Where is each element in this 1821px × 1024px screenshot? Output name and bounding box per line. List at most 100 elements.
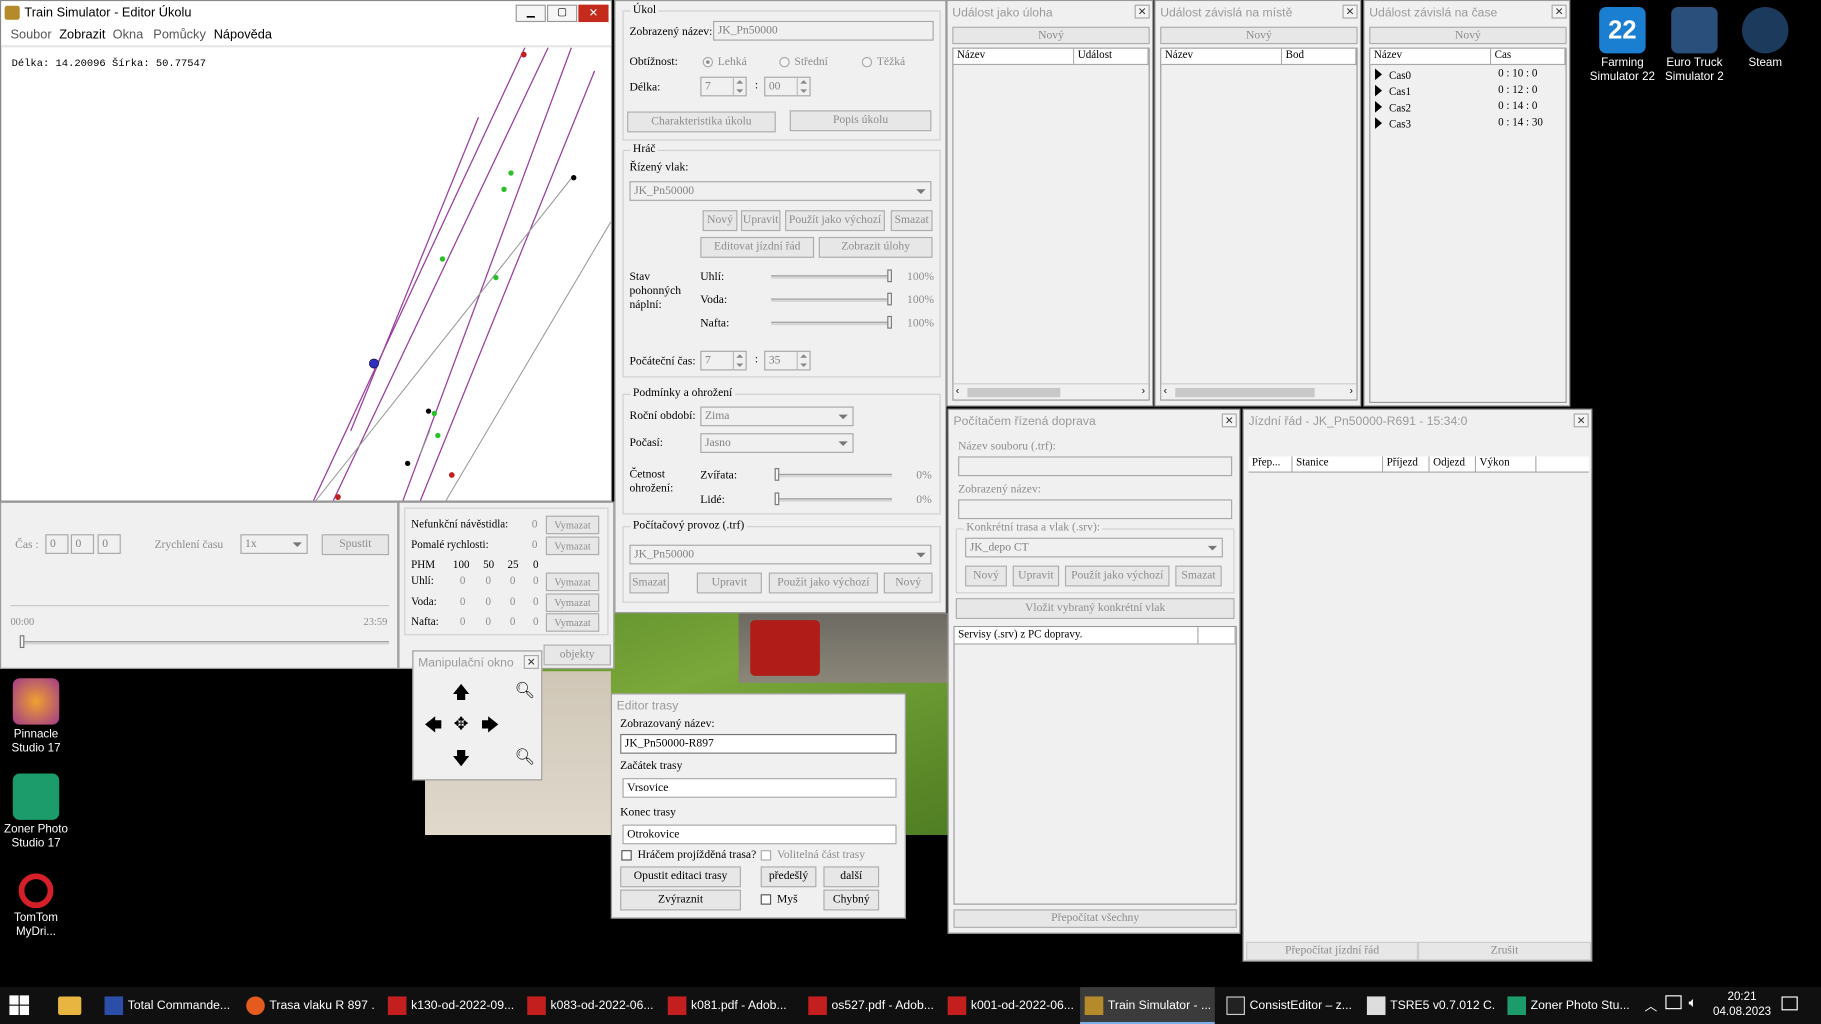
- hrac-novy-button[interactable]: Nový: [702, 210, 738, 232]
- udalost-cas-titlebar[interactable]: Událost závislá na čase: [1364, 1, 1569, 25]
- provoz-vychozi-button[interactable]: Použít jako výchozí: [768, 572, 878, 594]
- nafta-slider[interactable]: [771, 321, 892, 326]
- uloha-list[interactable]: Název Událost ‹ ›: [952, 47, 1150, 401]
- minimize-button[interactable]: ▁: [515, 4, 546, 23]
- time-slider-track[interactable]: [19, 641, 390, 645]
- lide-slider[interactable]: [774, 498, 892, 502]
- zoom-out-icon[interactable]: 🔍︎: [512, 747, 538, 773]
- voda-slider[interactable]: [771, 298, 892, 302]
- uhli-slider-thumb[interactable]: [887, 269, 892, 283]
- time-hours-input[interactable]: 0: [45, 534, 69, 554]
- list-item[interactable]: Cas2 0 : 14 : 0: [1375, 101, 1561, 115]
- pocatecni-minutes-stepper[interactable]: 35: [764, 350, 811, 371]
- zacatek-trasy-field[interactable]: Vrsovice: [622, 778, 897, 798]
- list-item[interactable]: Cas0 0 : 10 : 0: [1375, 68, 1561, 82]
- vymazat-voda-button[interactable]: Vymazat: [545, 593, 600, 613]
- desktop-icon-steam[interactable]: Steam: [1736, 6, 1794, 71]
- delka-minutes-stepper[interactable]: 00: [764, 76, 811, 97]
- prepocitat-vsechny-button[interactable]: Přepočítat všechny: [953, 909, 1237, 928]
- desktop-icon-farming[interactable]: 22 Farming Simulator 22: [1589, 6, 1656, 85]
- cas-list[interactable]: Název Cas Cas0 0 : 10 : 0 Cas1 0 : 12 : 0 …: [1369, 47, 1567, 403]
- notification-icon[interactable]: [1781, 996, 1798, 1011]
- pocitacovy-provoz-select[interactable]: JK_Pn50000: [629, 544, 932, 565]
- network-icon[interactable]: [1665, 995, 1682, 1010]
- pcd-vychozi-button[interactable]: Použít jako výchozí: [1064, 565, 1170, 587]
- charakteristika-button[interactable]: Charakteristika úkolu: [627, 111, 776, 133]
- arrow-down-icon[interactable]: 🡇: [448, 747, 474, 773]
- clock[interactable]: 20:21 04.08.2023: [1713, 989, 1771, 1019]
- zrusit-button[interactable]: Zrušit: [1418, 941, 1592, 961]
- start-button[interactable]: [9, 995, 32, 1016]
- editor-trasy-titlebar[interactable]: Editor trasy: [612, 694, 905, 718]
- volume-icon[interactable]: 🔈︎: [1689, 994, 1697, 1011]
- pcd-smazat-button[interactable]: Smazat: [1175, 565, 1222, 587]
- udalost-uloha-titlebar[interactable]: Událost jako úloha: [947, 1, 1153, 25]
- konec-trasy-field[interactable]: Otrokovice: [622, 824, 897, 845]
- pcd-zobrazeny-nazev-field[interactable]: [958, 499, 1233, 520]
- manipulation-close-button[interactable]: ✕: [523, 655, 539, 669]
- nafta-slider-thumb[interactable]: [887, 315, 892, 329]
- opustit-editaci-button[interactable]: Opustit editaci trasy: [620, 866, 741, 888]
- arrow-up-icon[interactable]: 🡅: [448, 681, 474, 707]
- taskbar-item-pdf1[interactable]: k130-od-2022-09...: [383, 987, 515, 1024]
- list-item[interactable]: Cas3 0 : 14 : 30: [1375, 117, 1561, 131]
- vymazat-speeds-button[interactable]: Vymazat: [545, 536, 600, 556]
- vymazat-nafta-button[interactable]: Vymazat: [545, 613, 600, 632]
- time-seconds-input[interactable]: 0: [97, 534, 121, 554]
- taskbar-item-pdf2[interactable]: k083-od-2022-06...: [523, 987, 655, 1024]
- jizdni-rad-titlebar[interactable]: Jízdní řád - JK_Pn50000-R691 - 15:34:0: [1243, 409, 1592, 434]
- pcd-upravit-button[interactable]: Upravit: [1012, 565, 1060, 587]
- dalsi-button[interactable]: další: [823, 866, 880, 888]
- taskbar-item-totalcmd[interactable]: Total Commande...: [100, 987, 232, 1024]
- objekty-button[interactable]: objekty: [543, 644, 611, 666]
- map-canvas[interactable]: Délka: 14.20096 Šírka: 50.77547: [2, 47, 611, 501]
- pc-doprava-close-button[interactable]: ✕: [1221, 413, 1237, 428]
- list-item[interactable]: Cas1 0 : 12 : 0: [1375, 84, 1561, 99]
- hrac-smazat-button[interactable]: Smazat: [890, 210, 933, 232]
- rizeny-vlak-select[interactable]: JK_Pn50000: [629, 181, 932, 201]
- taskbar-item-tsre5[interactable]: TSRE5 v0.7.012 C...: [1362, 987, 1495, 1024]
- taskbar-item-trainsim[interactable]: Train Simulator - ...: [1080, 987, 1215, 1024]
- file-explorer-icon[interactable]: [58, 996, 82, 1016]
- predesly-button[interactable]: předešlý: [760, 866, 817, 888]
- time-minutes-input[interactable]: 0: [70, 534, 95, 554]
- volitelna-cast-checkbox[interactable]: [760, 850, 772, 861]
- zvyraznit-button[interactable]: Zvýraznit: [620, 889, 741, 911]
- arrow-left-icon[interactable]: 🡄: [420, 713, 446, 739]
- editovat-jizdni-rad-button[interactable]: Editovat jízdní řád: [700, 236, 815, 258]
- taskbar-item-pdf3[interactable]: k081.pdf - Adob...: [663, 987, 795, 1024]
- provoz-smazat-button[interactable]: Smazat: [629, 572, 669, 594]
- hrac-vychozi-button[interactable]: Použít jako výchozí: [785, 210, 885, 232]
- voda-slider-thumb[interactable]: [887, 292, 892, 306]
- menu-pomucky[interactable]: Pomůcky: [153, 28, 206, 42]
- misto-list[interactable]: Název Bod ‹ ›: [1160, 47, 1358, 401]
- desktop-icon-ets2[interactable]: Euro Truck Simulator 2: [1661, 6, 1728, 85]
- desktop-icon-tomtom[interactable]: TomTom MyDri...: [5, 869, 68, 940]
- arrow-right-icon[interactable]: 🡆: [477, 713, 503, 739]
- uloha-novy-button[interactable]: Nový: [952, 26, 1150, 45]
- vlozit-vlak-button[interactable]: Vložit vybraný konkrétní vlak: [955, 598, 1235, 619]
- taskbar-item-firefox[interactable]: Trasa vlaku R 897 ...: [242, 987, 374, 1024]
- taskbar-item-pdf4[interactable]: os527.pdf - Adob...: [804, 987, 936, 1024]
- zoom-in-icon[interactable]: 🔍︎: [512, 681, 538, 707]
- menu-zobrazit[interactable]: Zobrazit: [59, 28, 105, 42]
- radio-lehka[interactable]: [702, 56, 714, 68]
- zobrazeny-nazev-field[interactable]: JK_Pn50000: [713, 20, 934, 41]
- jizdni-rad-close-button[interactable]: ✕: [1573, 413, 1589, 428]
- taskbar-item-pdf5[interactable]: k001-od-2022-06...: [943, 987, 1075, 1024]
- pc-doprava-titlebar[interactable]: Počítačem řízená doprava: [948, 409, 1240, 434]
- udalost-uloha-close-button[interactable]: ✕: [1134, 4, 1150, 19]
- pocatecni-hours-stepper[interactable]: 7: [700, 350, 747, 371]
- provoz-upravit-button[interactable]: Upravit: [696, 572, 762, 594]
- menu-soubor[interactable]: Soubor: [10, 28, 51, 42]
- taskbar-item-consisteditor[interactable]: ConsistEditor – z...: [1222, 987, 1354, 1024]
- konkretni-trasa-select[interactable]: JK_depo CT: [965, 537, 1223, 558]
- close-button[interactable]: ✕: [578, 4, 609, 23]
- pocasi-select[interactable]: Jasno: [700, 433, 854, 453]
- zvirata-slider[interactable]: [774, 473, 892, 478]
- time-slider-thumb[interactable]: [19, 635, 25, 649]
- radio-stredni[interactable]: [779, 56, 790, 68]
- provoz-novy-button[interactable]: Nový: [883, 572, 933, 594]
- radio-tezka[interactable]: [861, 56, 873, 68]
- desktop-icon-pinnacle[interactable]: Pinnacle Studio 17: [5, 678, 68, 756]
